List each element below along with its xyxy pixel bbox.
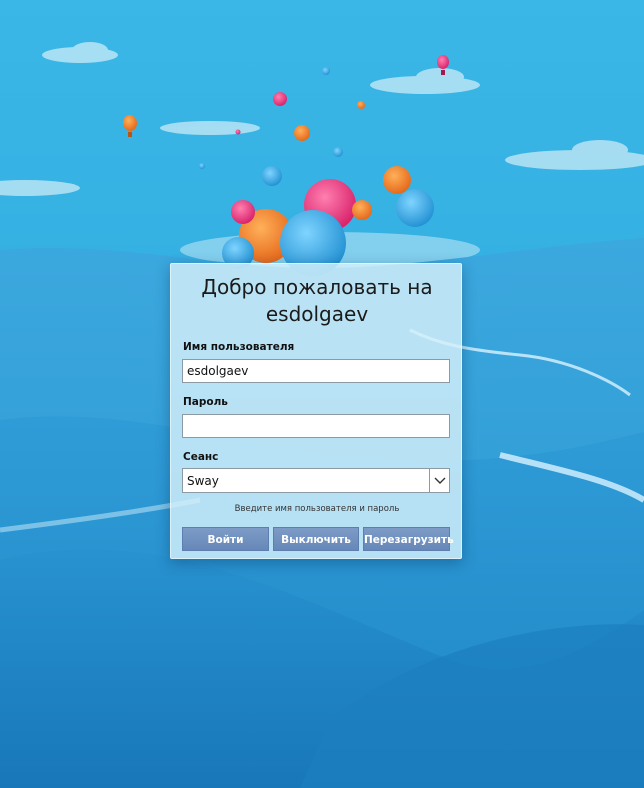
login-screen: Добро пожаловать на esdolgaev Имя пользо… bbox=[0, 0, 644, 788]
session-label: Сеанс bbox=[183, 451, 219, 463]
hot-air-balloon-left bbox=[123, 115, 137, 137]
login-button[interactable]: Войти bbox=[182, 527, 269, 551]
welcome-title: Добро пожаловать на esdolgaev bbox=[201, 275, 433, 326]
password-input[interactable] bbox=[182, 414, 450, 438]
password-label: Пароль bbox=[183, 396, 228, 408]
hint-text: Введите имя пользователя и пароль bbox=[234, 504, 400, 514]
shutdown-button[interactable]: Выключить bbox=[273, 527, 359, 551]
login-panel: Добро пожаловать на esdolgaev Имя пользо… bbox=[170, 263, 462, 559]
chevron-down-icon bbox=[434, 477, 446, 484]
session-select[interactable]: Sway bbox=[182, 468, 450, 493]
session-dropdown-button[interactable] bbox=[429, 469, 449, 492]
username-label: Имя пользователя bbox=[183, 341, 295, 353]
session-value: Sway bbox=[187, 474, 219, 488]
reboot-button[interactable]: Перезагрузить bbox=[363, 527, 454, 551]
username-input[interactable] bbox=[182, 359, 450, 383]
